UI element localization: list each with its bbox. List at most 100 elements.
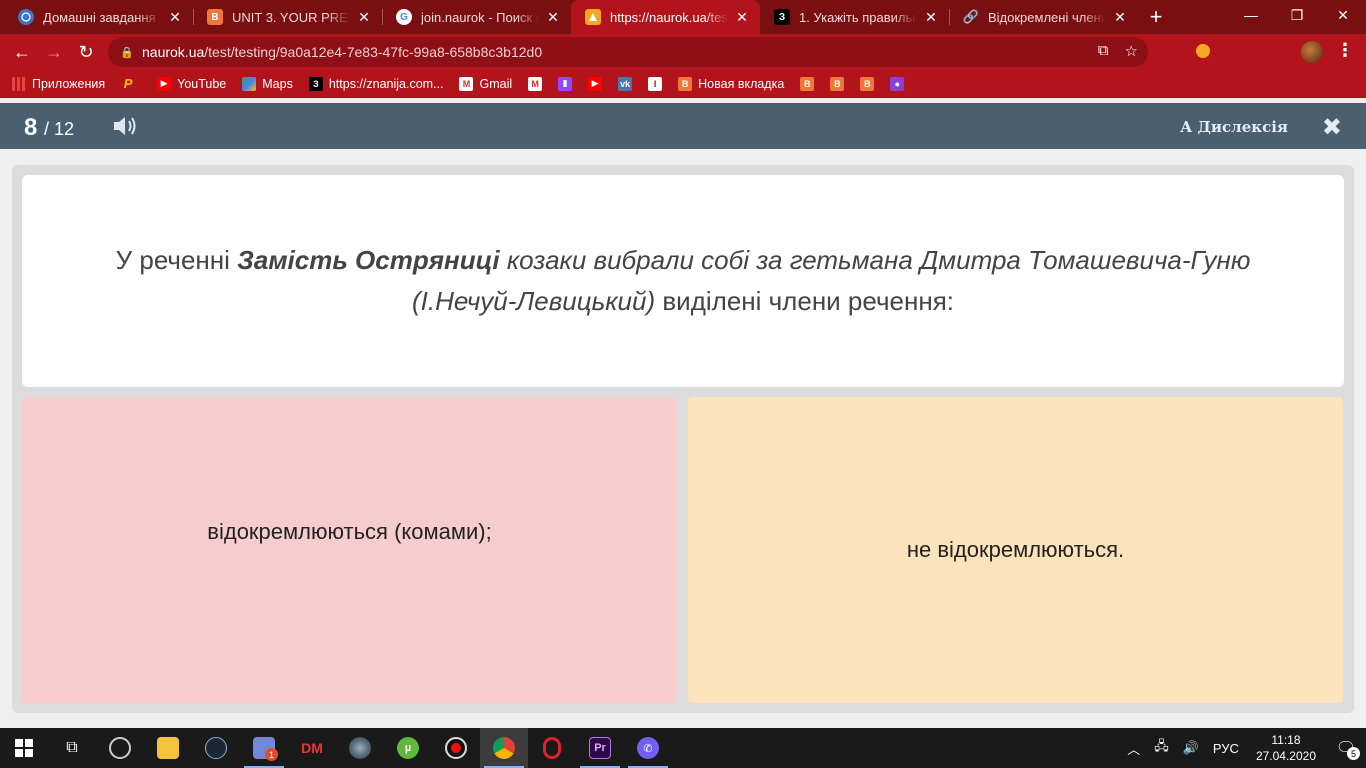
bookmark-b-2[interactable]: B [800,76,820,91]
volume-icon[interactable]: 🔊 [1183,740,1199,756]
game-launcher-icon[interactable] [336,728,384,768]
task-view-icon[interactable]: ⧉ [48,728,96,768]
bookmark-thermometer[interactable]: I [648,76,668,91]
link-icon: 🔗 [962,9,980,24]
opera-icon[interactable] [528,728,576,768]
bookmark-b-3[interactable]: B [830,76,850,91]
action-center-icon[interactable]: 🗨 5 [1326,728,1366,768]
bookmarks-bar: Приложения P ▶ YouTube Maps З https://zn… [0,70,1366,98]
znanija-icon: З [774,9,790,25]
bookmark-youtube-2[interactable]: ▶ [588,76,608,91]
bookmark-new-tab[interactable]: B Новая вкладка [678,76,784,91]
chrome-icon[interactable] [480,728,528,768]
gmail-icon: M [528,76,543,91]
close-quiz-icon[interactable]: ✖ [1322,113,1342,142]
apps-grid-icon [12,76,26,91]
discord-icon[interactable]: 1 [240,728,288,768]
tab-unit3[interactable]: B UNIT 3. YOUR PREFERE ✕ [193,0,382,34]
dyslexia-toggle[interactable]: А Дислексія [1180,118,1288,136]
bookmark-b-4[interactable]: B [860,76,880,91]
new-tab-button[interactable]: + [1138,0,1174,34]
close-tab-icon[interactable]: ✕ [545,9,561,26]
answer-option-2[interactable]: не відокремлюються. [688,397,1343,703]
tab-google-search[interactable]: G join.naurok - Поиск в G ✕ [382,0,571,34]
translate-icon[interactable]: ⧉ [1098,42,1109,60]
chevron-up-icon[interactable]: ︿ [1127,739,1140,758]
answer-option-1[interactable]: відокремлюються (комами); [22,397,677,703]
browser-toolbar: ← → ↻ 🔒 naurok.ua/test/testing/9a0a12e4-… [0,34,1366,70]
tab-znanija[interactable]: З 1. Укажіть правильне т ✕ [760,0,949,34]
bookmark-profile[interactable]: ● [890,76,910,91]
system-tray: ︿ 🖧 🔊 РУС 11:18 27.04.2020 🗨 5 [1120,728,1366,768]
close-tab-icon[interactable]: ✕ [167,9,183,26]
bookmark-maps[interactable]: Maps [242,76,293,91]
question-text: У реченні Замість Остряниці козаки вибра… [115,245,1251,316]
profile-avatar[interactable] [1301,41,1323,63]
url-path: /test/testing/9a0a12e4-7e83-47fc-99a8-65… [204,44,543,60]
question-counter: 8 / 12 [24,114,74,142]
tab-title: https://naurok.ua/test/t [610,9,728,25]
reload-icon[interactable]: ↻ [70,36,102,68]
bookmark-apps[interactable]: Приложения [12,76,105,91]
answer-label: не відокремлюються. [906,537,1125,562]
bookmark-youtube[interactable]: ▶ YouTube [157,76,226,91]
bookmark-twitch[interactable]: ▮ [558,76,578,91]
total-questions: / 12 [44,119,75,139]
profile-card-icon: ● [890,76,905,91]
vsim-b-icon: B [678,76,693,91]
bookmark-gmail-2[interactable]: M [528,76,548,91]
naurok-icon [585,9,601,25]
notification-count: 5 [1347,747,1360,760]
question-card: У реченні Замість Остряниці козаки вибра… [22,175,1344,387]
recorder-icon[interactable] [432,728,480,768]
back-arrow-icon[interactable]: ← [6,36,38,68]
thermometer-icon: I [648,76,663,91]
close-tab-icon[interactable]: ✕ [734,9,750,26]
lock-icon: 🔒 [120,46,134,59]
extension-icon[interactable] [1196,44,1210,58]
tab-title: 1. Укажіть правильне т [799,9,917,25]
bookmark-gmail[interactable]: M Gmail [459,76,512,91]
speaker-icon[interactable] [112,114,140,138]
utorrent-icon[interactable]: µ [384,728,432,768]
tab-title: Відокремлені члени ре [988,9,1106,25]
steam-icon[interactable] [192,728,240,768]
obs-icon[interactable] [96,728,144,768]
minimize-icon[interactable]: — [1228,0,1274,30]
gmail-icon: M [459,76,474,91]
google-icon: G [396,9,412,25]
star-icon[interactable]: ☆ [1125,42,1138,60]
close-tab-icon[interactable]: ✕ [1112,9,1128,26]
restore-icon[interactable]: ❐ [1274,0,1320,30]
clock-time: 11:18 [1271,733,1301,747]
quiz-header: 8 / 12 А Дислексія ✖ [0,103,1366,149]
tab-separated-members[interactable]: 🔗 Відокремлені члени ре ✕ [949,0,1138,34]
youtube-icon: ▶ [157,76,172,91]
premiere-icon[interactable]: Pr [576,728,624,768]
browser-tab-strip: Домашні завдання для ✕ B UNIT 3. YOUR PR… [0,0,1366,34]
viber-icon[interactable]: ✆ [624,728,672,768]
notification-badge: 1 [265,748,278,761]
bookmark-vk[interactable]: vk [618,76,638,91]
windows-taskbar: ⧉ 1 DM µ Pr ✆ ︿ 🖧 🔊 РУС 11:18 27.04.2020… [0,728,1366,768]
tab-title: join.naurok - Поиск в G [421,9,539,25]
bookmark-znanija[interactable]: З https://znanija.com... [308,76,443,91]
input-language[interactable]: РУС [1213,741,1239,756]
file-explorer-icon[interactable] [144,728,192,768]
close-tab-icon[interactable]: ✕ [356,9,372,26]
windows-start-icon[interactable] [0,728,48,768]
close-tab-icon[interactable]: ✕ [923,9,939,26]
network-icon[interactable]: 🖧 [1154,737,1169,759]
clock[interactable]: 11:18 27.04.2020 [1256,732,1316,764]
forward-arrow-icon[interactable]: → [38,36,70,68]
address-bar[interactable]: 🔒 naurok.ua/test/testing/9a0a12e4-7e83-4… [108,37,1148,67]
window-close-icon[interactable]: ✕ [1320,0,1366,30]
tab-homework[interactable]: Домашні завдання для ✕ [4,0,193,34]
bookmark-p[interactable]: P [121,76,141,91]
vsim-b-icon: B [830,76,845,91]
dm-app-icon[interactable]: DM [288,728,336,768]
quiz-stage: У реченні Замість Остряниці козаки вибра… [12,165,1354,713]
menu-kebab-icon[interactable]: ⋮ [1336,40,1354,61]
youtube-icon: ▶ [588,76,603,91]
tab-naurok-test[interactable]: https://naurok.ua/test/t ✕ [571,0,760,34]
